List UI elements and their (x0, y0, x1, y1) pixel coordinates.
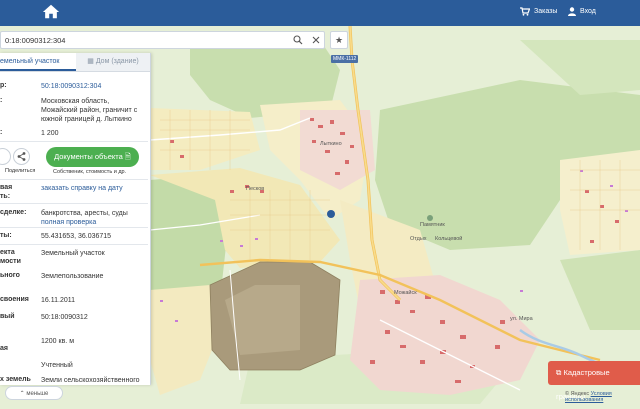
row-label: : (0, 129, 3, 136)
order-certificate-link[interactable]: заказать справку на дату (41, 184, 145, 193)
cadastral-quarter-value: 50:18:0090312 (41, 314, 88, 321)
object-type-value: Земельный участок (41, 250, 105, 257)
collapse-panel-button[interactable]: ⌃ меньше (5, 386, 63, 400)
divider (0, 227, 148, 228)
registration-date-value: 16.11.2011 (41, 297, 75, 304)
tab-land-plot[interactable]: емельный участок (0, 53, 76, 71)
address-value: Московская область, Можайский район, гра… (41, 98, 138, 123)
place-label: Лыткино (320, 141, 342, 147)
place-label: Кольцевой (435, 236, 463, 242)
place-label: Песков (246, 186, 265, 192)
row-label: вый (0, 313, 15, 320)
cart-icon (520, 7, 530, 16)
place-label: ул. Мира (510, 316, 533, 322)
clear-icon[interactable] (311, 35, 321, 45)
row-label: ты: (0, 232, 12, 239)
share-button[interactable] (13, 148, 30, 165)
status-value: Учтенный (41, 362, 73, 369)
location-button[interactable] (0, 148, 11, 165)
document-icon: 🗎 (124, 152, 131, 161)
road-badge: ММК-1112 (331, 55, 359, 63)
row-label: ая (0, 345, 8, 352)
documents-button[interactable]: Документы объекта 🗎 (46, 147, 139, 167)
place-label: Отдых (410, 236, 427, 242)
object-info-panel: емельный участок ▦ Дом (здание) р: 50:18… (0, 53, 151, 385)
land-category-value: Земли сельскохозяйственного (41, 377, 140, 384)
share-icon (17, 152, 26, 161)
home-icon[interactable] (42, 3, 60, 21)
tab-house-building[interactable]: ▦ Дом (здание) (76, 53, 150, 71)
top-navigation-bar: Заказы Вход (0, 0, 640, 26)
divider (0, 203, 148, 204)
login-link[interactable]: Вход (568, 7, 596, 16)
building-icon: ▦ (87, 58, 96, 65)
map-attribution: © Яндекс Условия использования (565, 391, 612, 403)
row-label: р: (0, 82, 7, 89)
deal-risks-value: банкротства, аресты, суды (41, 210, 128, 217)
row-label: вая (0, 184, 13, 191)
row-label: своения (0, 296, 29, 303)
share-label: Поделиться (5, 168, 36, 174)
documents-caption: Собственик, стоимость и др. (53, 169, 127, 175)
divider (0, 244, 148, 245)
coordinates-value: 55.431653, 36.036715 (41, 233, 112, 240)
divider (0, 141, 148, 142)
place-label: Можайск (394, 290, 417, 296)
search-bar (0, 31, 325, 49)
permitted-use-value: Землепользование (41, 273, 104, 280)
favorite-star-icon[interactable]: ★ (330, 31, 348, 49)
divider (0, 179, 148, 180)
cadastral-borders-button[interactable]: ⧉ Кадастровые границы (548, 361, 640, 401)
row-label: екта (0, 249, 15, 256)
cadastral-number-link[interactable]: 50:18:0090312:304 (41, 82, 145, 91)
place-label: Памятник (420, 222, 445, 228)
row-label: х земель (0, 376, 31, 383)
row-label: ть: (0, 193, 11, 200)
row-label: ьного (0, 272, 20, 279)
search-input[interactable] (1, 32, 289, 48)
login-label: Вход (580, 8, 596, 15)
full-check-link[interactable]: полная проверка (41, 218, 145, 227)
row-label: сделке: (0, 209, 27, 216)
orders-label: Заказы (534, 8, 558, 15)
area-value: 1 200 (41, 130, 59, 137)
user-icon (568, 7, 576, 16)
declared-area-value: 1200 кв. м (41, 338, 75, 345)
panel-tabs: емельный участок ▦ Дом (здание) (0, 53, 150, 72)
row-label: : (0, 97, 3, 104)
row-label: мости (0, 258, 21, 265)
orders-link[interactable]: Заказы (520, 7, 557, 16)
search-icon[interactable] (293, 35, 303, 45)
